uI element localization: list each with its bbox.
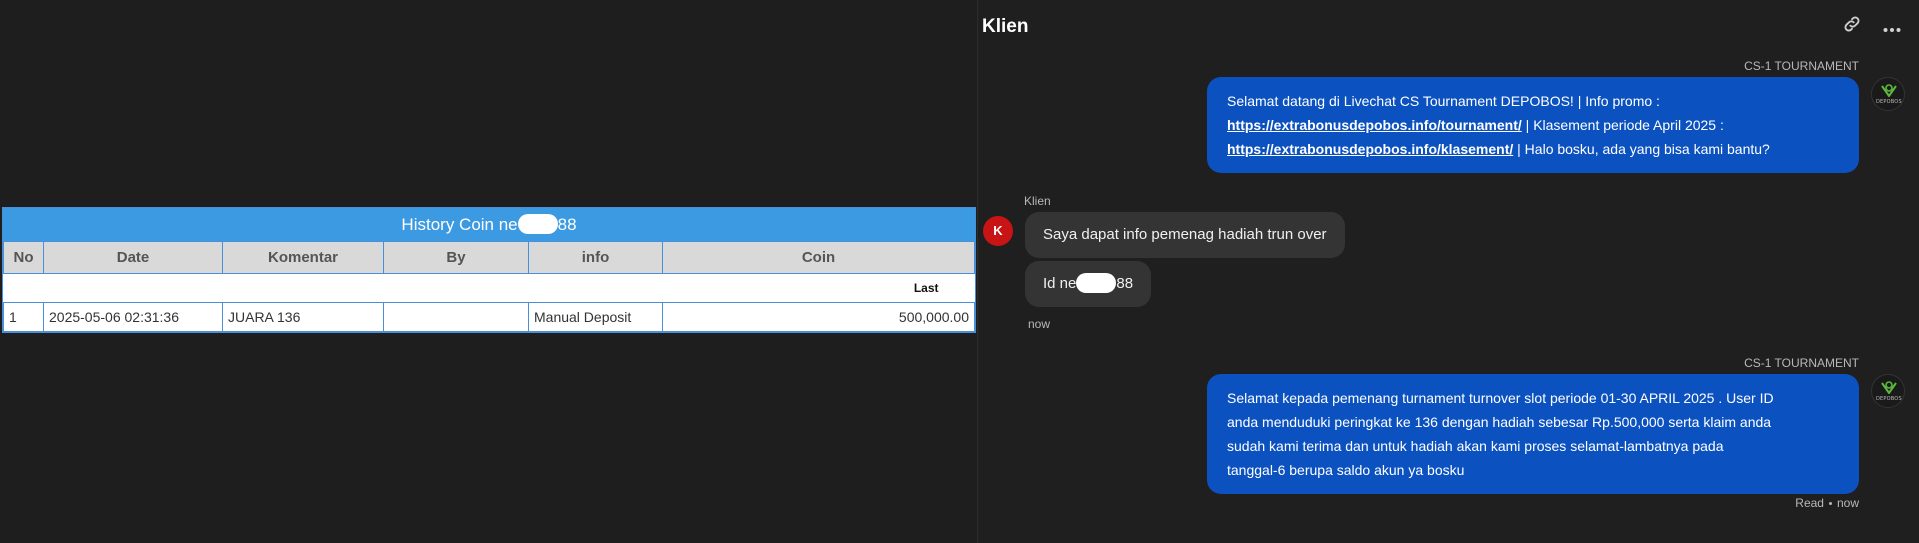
chat-pane: Klien CS-1 TOURNAMENT Selamat datang di … [977,0,1919,543]
admin-pane: History Coin ne 88 No Date Komentar By in… [0,0,977,543]
history-table: No Date Komentar By info Coin Last 1 202… [3,241,975,332]
agent-avatar: DEPOBOS [1871,77,1905,111]
klasement-link[interactable]: https://extrabonusdepobos.info/klasement… [1227,141,1513,157]
column-header-by[interactable]: By [383,241,529,274]
message-timestamp: now [1028,317,1051,331]
sub-header-row: Last [3,273,975,303]
history-title: History Coin ne 88 [3,208,975,241]
cell-date: 2025-05-06 02:31:36 [43,302,223,332]
brand-logo-icon [1881,381,1897,394]
column-header-coin[interactable]: Coin [662,241,975,274]
agent-sender-label: CS-1 TOURNAMENT [1744,356,1859,370]
chat-header: Klien [978,0,1919,55]
history-coin-panel: History Coin ne 88 No Date Komentar By in… [2,207,976,333]
table-row: 1 2025-05-06 02:31:36 JUARA 136 Manual D… [3,302,975,332]
cell-info: Manual Deposit [528,302,663,332]
redacted-username [517,214,558,235]
separator-dot [1828,502,1832,506]
chat-title: Klien [982,16,1029,37]
cell-no: 1 [3,302,44,332]
agent-sender-label: CS-1 TOURNAMENT [1744,59,1859,73]
cell-by [383,302,529,332]
client-sender-label: Klien [1024,194,1051,208]
tournament-link[interactable]: https://extrabonusdepobos.info/tournamen… [1227,117,1522,133]
cell-coin: 500,000.00 [662,302,975,332]
client-avatar: K [983,216,1013,246]
link-icon[interactable] [1839,14,1865,40]
cell-komentar: JUARA 136 [222,302,384,332]
column-header-info[interactable]: info [528,241,663,274]
column-header-date[interactable]: Date [43,241,223,274]
client-message-bubble: Id ne 88 [1025,261,1152,307]
column-header-komentar[interactable]: Komentar [222,241,384,274]
agent-avatar: DEPOBOS [1871,374,1905,408]
brand-logo-icon [1881,84,1897,97]
redacted-username [1076,272,1117,293]
column-header-no[interactable]: No [3,241,44,274]
more-options-icon[interactable] [1879,14,1905,40]
agent-message-bubble: Selamat datang di Livechat CS Tournament… [1207,77,1859,173]
client-message-bubble: Saya dapat info pemenag hadiah trun over [1025,212,1345,258]
sub-header-last: Last [662,273,975,303]
agent-message-bubble: Selamat kepada pemenang turnament turnov… [1207,374,1859,494]
read-status: Read now [1795,496,1859,510]
